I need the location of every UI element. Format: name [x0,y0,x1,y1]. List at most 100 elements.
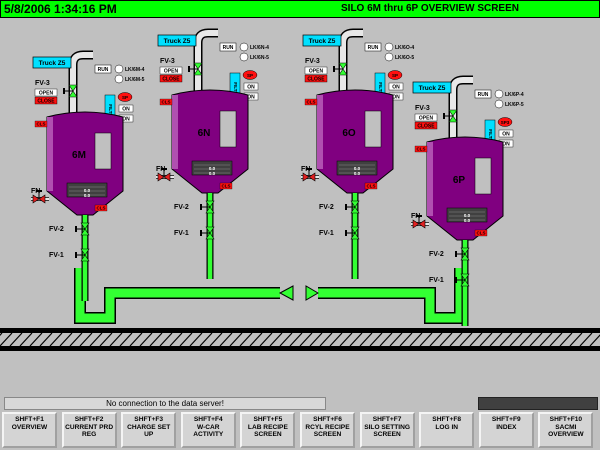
truck-button[interactable]: Truck Z5 [412,81,452,94]
close-label: CLOSE [37,99,55,105]
fkey-shft-f9[interactable]: SHFT+F9 INDEX [478,412,534,448]
valve-body [163,172,171,182]
rail-tie [499,332,513,347]
rail-tie [79,332,93,347]
rail-tie [89,332,103,347]
rail-tie [319,332,333,347]
rail-tie [59,332,73,347]
fv2-label: FV-2 [49,226,64,233]
lk-bot-lamp [239,52,249,62]
rail-tie [239,332,253,347]
rail-tie [349,332,363,347]
rail-tie [559,332,573,347]
silo-highlight [172,95,178,169]
silo-body [46,111,124,216]
fill-value: 0.0 [464,218,471,223]
close-label: CLOSE [417,124,435,130]
fkey-label: INDEX [496,423,517,431]
run-label: RUN [98,67,109,73]
valve-handle [75,252,77,258]
sp-label: SP [122,95,128,100]
silo-highlight [427,142,433,216]
truck-button[interactable]: Truck Z5 [157,34,197,47]
cls-label: CLS [417,147,426,152]
truck-button[interactable]: Truck Z5 [32,56,72,69]
fv3-label: FV-3 [415,105,430,112]
truck-label: Truck Z5 [309,38,336,45]
run-label: RUN [368,45,379,51]
lk-top-label: LK/6N-4 [250,45,269,51]
fkey-shft-f3[interactable]: SHFT+F3 CHARGE SET UP [121,412,177,448]
truck-label: Truck Z5 [164,38,191,45]
silo-label: 6M [72,150,86,161]
rail-tie [429,332,443,347]
lk-top-lamp [494,89,504,99]
status-message: No connection to the data server! [4,397,326,410]
fkey-shortcut: SHFT+F3 [134,416,164,423]
lk-bot-lamp [114,74,124,84]
valve-handle [345,204,347,210]
fkey-shortcut: SHFT+F2 [74,416,104,423]
fv2-label: FV-2 [174,204,189,211]
fill-value: 0.0 [354,171,361,176]
valve-body [157,172,165,182]
on-label: ON [392,85,400,91]
lk-bot-label: LK/6N-5 [250,55,269,61]
fkey-shft-f10[interactable]: SHFT+F10 SACMI OVERVIEW [538,412,594,448]
silo-highlight [317,95,323,169]
valve-handle [200,204,202,210]
on-label: ON [247,85,255,91]
rail-tie [199,332,213,347]
lk-top-label: LK/6P-4 [505,92,524,98]
lk-top-label: LK/6O-4 [395,45,414,51]
rail-tie [229,332,243,347]
fkey-shft-f7[interactable]: SHFT+F7 SILO SETTING SCREEN [359,412,415,448]
silo-body [171,89,249,194]
connection-indicator [478,397,598,410]
fv2-label: FV-2 [429,251,444,258]
rail-tie [119,332,133,347]
rail-tie [159,332,173,347]
lk-top-lamp [114,64,124,74]
silo-label: 6O [342,128,356,139]
silo-highlight [47,117,53,191]
cls-label: CLS [97,206,106,211]
rail-tie [139,332,153,347]
fill-value: 0.0 [209,171,216,176]
fkey-shft-f2[interactable]: SHFT+F2 CURRENT PRD REG [61,412,117,448]
fkey-label: SACMI OVERVIEW [548,423,584,439]
open-label: OPEN [164,69,179,75]
rail-tie [259,332,273,347]
cls-label: CLS [477,231,486,236]
lk-bot-label: LK/6P-5 [505,102,524,108]
process-diagram: Truck Z5FV-3OPENCLOSERUN LK/6M-4LK/6M-5FI… [0,28,600,351]
ground-rail [0,328,600,351]
valve-body [38,194,46,204]
rail-tie [209,332,223,347]
valve-handle [416,215,422,217]
cls-label: CLS [162,100,171,105]
fkey-shft-f5[interactable]: SHFT+F5 LAB RECIPE SCREEN [240,412,296,448]
truck-button[interactable]: Truck Z5 [302,34,342,47]
sp-label: SP [392,73,398,78]
fkey-shft-f4[interactable]: SHFT+F4 W-CAR ACTIVITY [180,412,236,448]
rail-tie [359,332,373,347]
status-bar: No connection to the data server! [0,396,600,410]
silo-label: 6N [198,128,211,139]
truck-label: Truck Z5 [419,85,446,92]
fill-pipe [340,30,363,91]
fv1-label: FV-1 [319,230,334,237]
rail-tie [419,332,433,347]
valve-handle [345,230,347,236]
fkey-shft-f1[interactable]: SHFT+F1 OVERVIEW [2,412,57,448]
rail-tie [369,332,383,347]
fv2-label: FV-2 [319,204,334,211]
rail-tie [299,332,313,347]
title-bar: 5/8/2006 1:34:16 PM SILO 6M thru 6P OVER… [0,0,600,18]
fkey-shft-f8[interactable]: SHFT+F8 LOG IN [419,412,475,448]
silo-6n: Truck Z5FV-3OPENCLOSERUN LK/6N-4LK/6N-5FI… [156,28,269,279]
fkey-shft-f6[interactable]: SHFT+F6 RCYL RECIPE SCREEN [300,412,355,448]
fkey-shortcut: SHFT+F1 [15,416,44,423]
rail-tie [289,332,303,347]
fv3-label: FV-3 [160,58,175,65]
